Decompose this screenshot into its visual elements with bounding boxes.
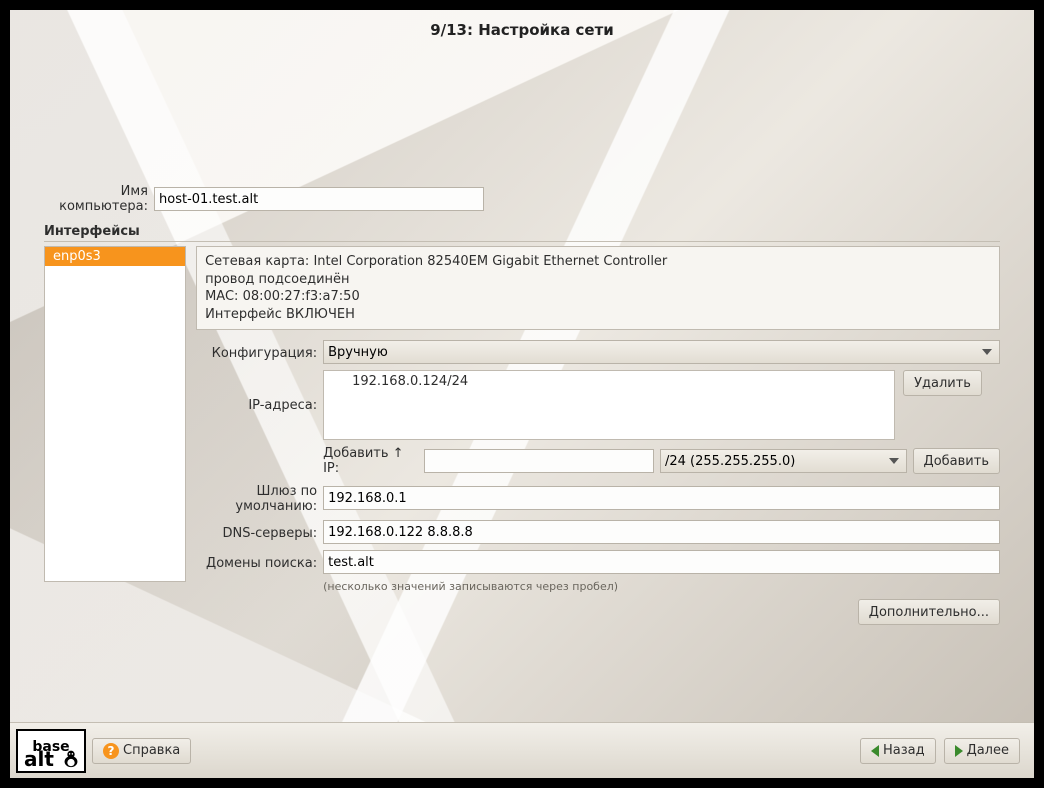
dns-input[interactable]	[323, 520, 1000, 544]
hostname-label: Имя компьютера:	[44, 184, 154, 214]
back-button-label: Назад	[883, 743, 925, 758]
ip-address-item[interactable]: 192.168.0.124/24	[324, 374, 894, 389]
add-ip-button-label: Добавить	[924, 454, 989, 469]
multivalue-hint: (несколько значений записываются через п…	[323, 580, 618, 593]
hostname-input[interactable]	[154, 187, 484, 211]
ip-addresses-label: IP-адреса:	[196, 370, 323, 413]
add-ip-button[interactable]: Добавить	[913, 448, 1000, 474]
info-nic: Сетевая карта: Intel Corporation 82540EM…	[205, 253, 991, 271]
logo-line2: alt	[24, 749, 54, 769]
dns-label: DNS-серверы:	[196, 524, 323, 541]
arrow-right-icon	[955, 745, 963, 757]
back-button[interactable]: Назад	[860, 738, 936, 764]
info-link: провод подсоединён	[205, 271, 991, 289]
info-state: Интерфейс ВКЛЮЧЕН	[205, 306, 991, 324]
add-ip-input[interactable]	[424, 449, 654, 473]
delete-ip-button-label: Удалить	[914, 376, 971, 391]
gateway-label: Шлюз по умолчанию:	[196, 482, 323, 514]
info-mac: MAC: 08:00:27:f3:a7:50	[205, 288, 991, 306]
config-select[interactable]: Вручную	[323, 340, 1000, 364]
search-domains-input[interactable]	[323, 550, 1000, 574]
interface-info-box: Сетевая карта: Intel Corporation 82540EM…	[196, 246, 1000, 330]
step-title-text: 9/13: Настройка сети	[430, 21, 614, 39]
interface-list[interactable]: enp0s3	[44, 246, 186, 582]
delete-ip-button[interactable]: Удалить	[903, 370, 982, 396]
interfaces-heading: Интерфейсы	[44, 224, 1000, 242]
help-button[interactable]: ? Справка	[92, 738, 191, 764]
interface-item-enp0s3[interactable]: enp0s3	[45, 247, 185, 266]
ip-address-list[interactable]: 192.168.0.124/24	[323, 370, 895, 440]
gateway-input[interactable]	[323, 486, 1000, 510]
arrow-left-icon	[871, 745, 879, 757]
netmask-select[interactable]: /24 (255.255.255.0)	[660, 449, 907, 473]
add-ip-label: Добавить ↑ IP:	[323, 446, 418, 476]
step-title: 9/13: Настройка сети	[10, 10, 1034, 50]
penguin-icon	[60, 747, 82, 769]
advanced-button[interactable]: Дополнительно...	[858, 599, 1000, 625]
config-label: Конфигурация:	[196, 344, 323, 361]
advanced-button-label: Дополнительно...	[869, 605, 989, 620]
distro-logo: base alt	[16, 729, 86, 773]
help-button-label: Справка	[123, 743, 180, 758]
help-icon: ?	[103, 743, 119, 759]
next-button[interactable]: Далее	[944, 738, 1020, 764]
next-button-label: Далее	[967, 743, 1009, 758]
search-domains-label: Домены поиска:	[196, 554, 323, 571]
